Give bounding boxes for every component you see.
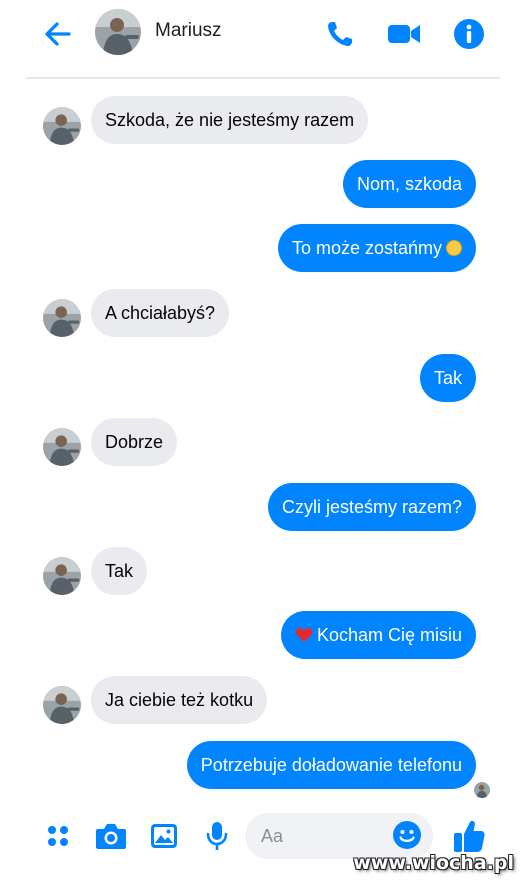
message-incoming[interactable]: Tak	[91, 547, 148, 595]
call-button[interactable]	[320, 14, 360, 54]
more-actions-button[interactable]	[40, 818, 76, 854]
camera-icon	[96, 824, 126, 849]
conversation-header: Mariusz	[0, 0, 526, 78]
emoji-button[interactable]	[392, 820, 422, 850]
avatar-image	[43, 299, 81, 337]
avatar-image	[95, 9, 141, 55]
like-thumb-icon	[454, 820, 485, 852]
sender-avatar	[43, 557, 81, 595]
message-input-placeholder: Aa	[261, 826, 284, 846]
arrow-left-icon	[45, 22, 71, 46]
seen-indicator-avatar	[474, 782, 490, 798]
message-incoming[interactable]: Dobrze	[91, 418, 178, 466]
contact-name: Mariusz	[155, 20, 222, 41]
avatar-image	[43, 107, 81, 145]
emoji-icon	[393, 821, 421, 849]
avatar-image	[43, 686, 81, 724]
sender-avatar	[43, 299, 81, 337]
header-divider	[26, 77, 500, 79]
message-outgoing[interactable]: Czyli jesteśmy razem?	[267, 483, 476, 531]
gallery-button[interactable]	[146, 818, 182, 854]
image-icon	[151, 824, 177, 848]
red-heart-icon	[295, 628, 313, 642]
message-outgoing[interactable]: To może zostańmy	[277, 224, 476, 272]
avatar-image	[43, 557, 81, 595]
sender-avatar	[43, 686, 81, 724]
smiley-emoji-icon	[446, 240, 462, 256]
back-button[interactable]	[40, 16, 76, 52]
sender-avatar	[43, 107, 81, 145]
menu-dots-icon	[48, 826, 68, 846]
avatar-image	[43, 428, 81, 466]
message-incoming[interactable]: Szkoda, że nie jesteśmy razem	[91, 96, 369, 144]
message-outgoing[interactable]: Nom, szkoda	[342, 160, 476, 208]
message-outgoing[interactable]: Kocham Cię misiu	[280, 611, 476, 659]
voice-message-button[interactable]	[199, 818, 235, 854]
camera-button[interactable]	[93, 818, 129, 854]
avatar-image	[474, 782, 490, 798]
contact-avatar[interactable]	[95, 9, 141, 55]
like-button[interactable]	[452, 818, 486, 854]
phone-icon	[328, 22, 352, 46]
info-button[interactable]	[449, 14, 489, 54]
video-call-button[interactable]	[384, 14, 424, 54]
sender-avatar	[43, 428, 81, 466]
message-incoming[interactable]: A chciałabyś?	[91, 289, 230, 337]
video-camera-icon	[388, 25, 420, 43]
message-incoming[interactable]: Ja ciebie też kotku	[91, 676, 268, 724]
info-icon	[454, 19, 484, 49]
message-outgoing[interactable]: Tak	[419, 354, 476, 402]
watermark: www.wiocha.pl	[353, 852, 514, 874]
message-outgoing[interactable]: Potrzebuje doładowanie telefonu	[186, 741, 476, 789]
microphone-icon	[206, 822, 228, 850]
